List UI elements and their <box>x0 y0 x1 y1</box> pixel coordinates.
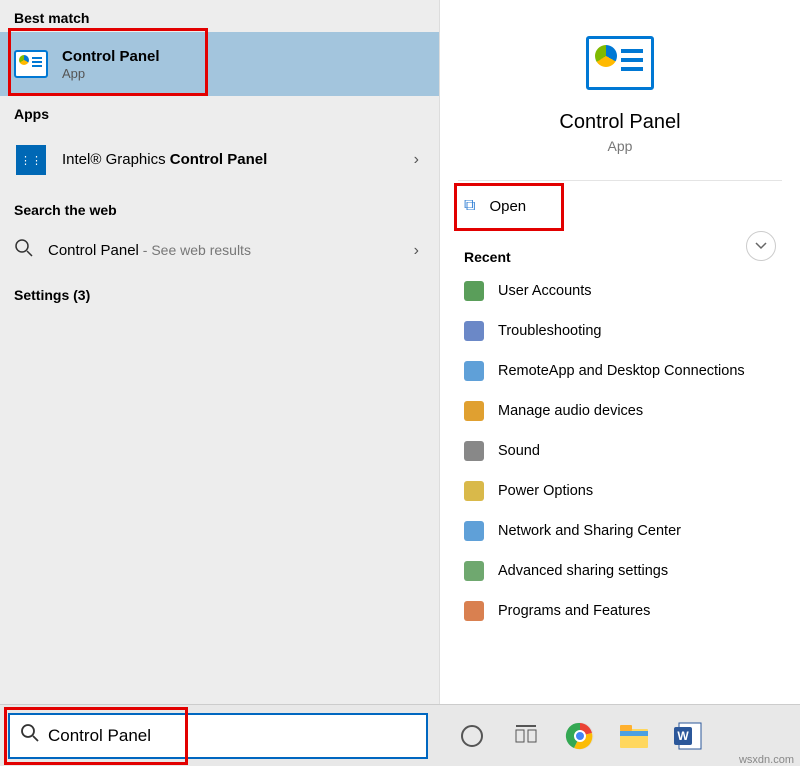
apps-result-intel[interactable]: ⋮⋮ Intel® Graphics Control Panel › <box>0 128 439 192</box>
task-view-icon[interactable] <box>508 718 544 754</box>
web-result[interactable]: Control Panel - See web results › <box>0 224 439 277</box>
recent-item-label: Troubleshooting <box>498 323 601 339</box>
recent-item[interactable]: User Accounts <box>440 271 800 311</box>
search-results-pane: Best match Control Panel App Apps ⋮⋮ Int… <box>0 0 440 704</box>
recent-item-label: Power Options <box>498 483 593 499</box>
apps-item-bold: Control Panel <box>170 151 268 168</box>
recent-item[interactable]: Manage audio devices <box>440 391 800 431</box>
detail-title: Control Panel <box>440 111 800 134</box>
search-box[interactable]: Control Panel <box>8 713 428 759</box>
highlight-box <box>454 183 564 231</box>
recent-list: User Accounts Troubleshooting RemoteApp an… <box>440 271 800 631</box>
recent-item-icon <box>464 561 484 581</box>
recent-item-label: RemoteApp and Desktop Connections <box>498 363 745 379</box>
recent-item[interactable]: Network and Sharing Center <box>440 511 800 551</box>
recent-item-icon <box>464 481 484 501</box>
recent-item[interactable]: RemoteApp and Desktop Connections <box>440 351 800 391</box>
detail-header: Control Panel App <box>440 0 800 154</box>
recent-item-icon <box>464 601 484 621</box>
chrome-icon[interactable] <box>562 718 598 754</box>
watermark: wsxdn.com <box>739 754 794 766</box>
control-panel-icon-large <box>586 36 654 90</box>
recent-item[interactable]: Power Options <box>440 471 800 511</box>
web-label: Search the web <box>0 192 439 224</box>
intel-icon: ⋮⋮ <box>14 143 48 177</box>
recent-item-icon <box>464 361 484 381</box>
recent-item-label: Programs and Features <box>498 603 650 619</box>
apps-item-prefix: Intel® Graphics <box>62 151 170 168</box>
recent-item-icon <box>464 441 484 461</box>
open-action[interactable]: ⧉ Open <box>440 181 800 231</box>
cortana-icon[interactable] <box>454 718 490 754</box>
apps-label: Apps <box>0 96 439 128</box>
best-match-result[interactable]: Control Panel App <box>0 32 439 96</box>
recent-item-label: User Accounts <box>498 283 592 299</box>
file-explorer-icon[interactable] <box>616 718 652 754</box>
expand-button[interactable] <box>746 231 776 261</box>
recent-item-label: Advanced sharing settings <box>498 563 668 579</box>
recent-item-icon <box>464 401 484 421</box>
recent-item-icon <box>464 321 484 341</box>
recent-item-label: Manage audio devices <box>498 403 643 419</box>
control-panel-icon <box>14 47 48 81</box>
recent-item[interactable]: Programs and Features <box>440 591 800 631</box>
word-icon[interactable]: W <box>670 718 706 754</box>
web-item-suffix: - See web results <box>139 242 251 258</box>
recent-item[interactable]: Sound <box>440 431 800 471</box>
recent-item-label: Network and Sharing Center <box>498 523 681 539</box>
settings-label[interactable]: Settings (3) <box>0 277 439 309</box>
chevron-right-icon[interactable]: › <box>408 242 425 260</box>
recent-item[interactable]: Advanced sharing settings <box>440 551 800 591</box>
recent-item[interactable]: Troubleshooting <box>440 311 800 351</box>
highlight-box <box>4 707 188 765</box>
detail-type: App <box>440 138 800 154</box>
recent-item-icon <box>464 521 484 541</box>
detail-pane: Control Panel App ⧉ Open Recent User Acc… <box>440 0 800 704</box>
recent-item-label: Sound <box>498 443 540 459</box>
chevron-right-icon[interactable]: › <box>408 151 425 169</box>
taskbar-icons: W <box>454 718 706 754</box>
search-icon <box>14 238 34 263</box>
recent-item-icon <box>464 281 484 301</box>
svg-text:W: W <box>677 729 689 743</box>
taskbar: Control Panel W <box>0 704 800 766</box>
web-item-title: Control Panel <box>48 242 139 259</box>
